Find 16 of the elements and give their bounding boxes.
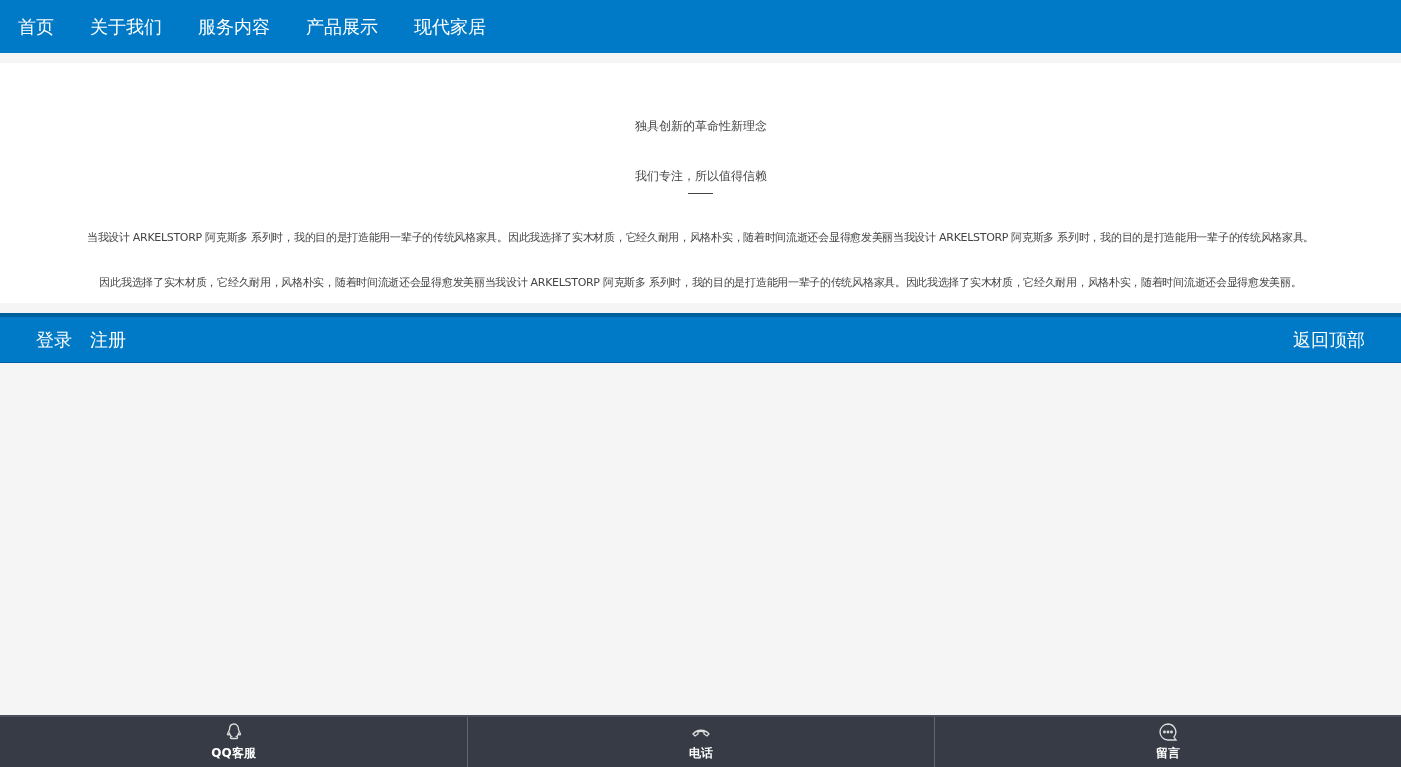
- nav-link[interactable]: 产品展示: [306, 14, 378, 39]
- nav-link[interactable]: 现代家居: [414, 14, 486, 39]
- footer-link[interactable]: 登录: [36, 327, 72, 352]
- contact-button[interactable]: 留言: [934, 717, 1401, 767]
- nav-link[interactable]: 首页: [18, 14, 54, 39]
- intro-paragraph: 当我设计 ARKELSTORP 阿克斯多 系列时，我的目的是打造能用一辈子的传统风格家具。因此我选择了实木材质，它经久耐用，风格朴实，随着时间流逝还会显得愈发美丽当我设计 ARKELSTORP 阿克斯多 系列时，我的目的是打造能用一辈子的传统风格家具。: [86, 230, 1315, 245]
- contact-button[interactable]: 电话: [467, 717, 934, 767]
- intro-subtitle: 我们专注，所以值得信赖: [634, 168, 767, 185]
- footer-link[interactable]: 注册: [90, 327, 126, 352]
- contact-button[interactable]: QQ客服: [0, 717, 467, 767]
- intro-title: 独具创新的革命性新理念: [634, 118, 767, 135]
- chat-bubble-icon: [1158, 722, 1178, 742]
- nav-link[interactable]: 关于我们: [90, 14, 162, 39]
- back-to-top-link[interactable]: 返回顶部: [1293, 327, 1365, 352]
- nav-link[interactable]: 服务内容: [198, 14, 270, 39]
- intro-paragraph: 因此我选择了实木材质，它经久耐用，风格朴实，随着时间流逝还会显得愈发美丽当我设计 ARKELSTORP 阿克斯多 系列时，我的目的是打造能用一辈子的传统风格家具。因此我选择了实木材质，它经久耐用，风格朴实，随着时间流逝还会显得愈发美丽。: [99, 275, 1302, 290]
